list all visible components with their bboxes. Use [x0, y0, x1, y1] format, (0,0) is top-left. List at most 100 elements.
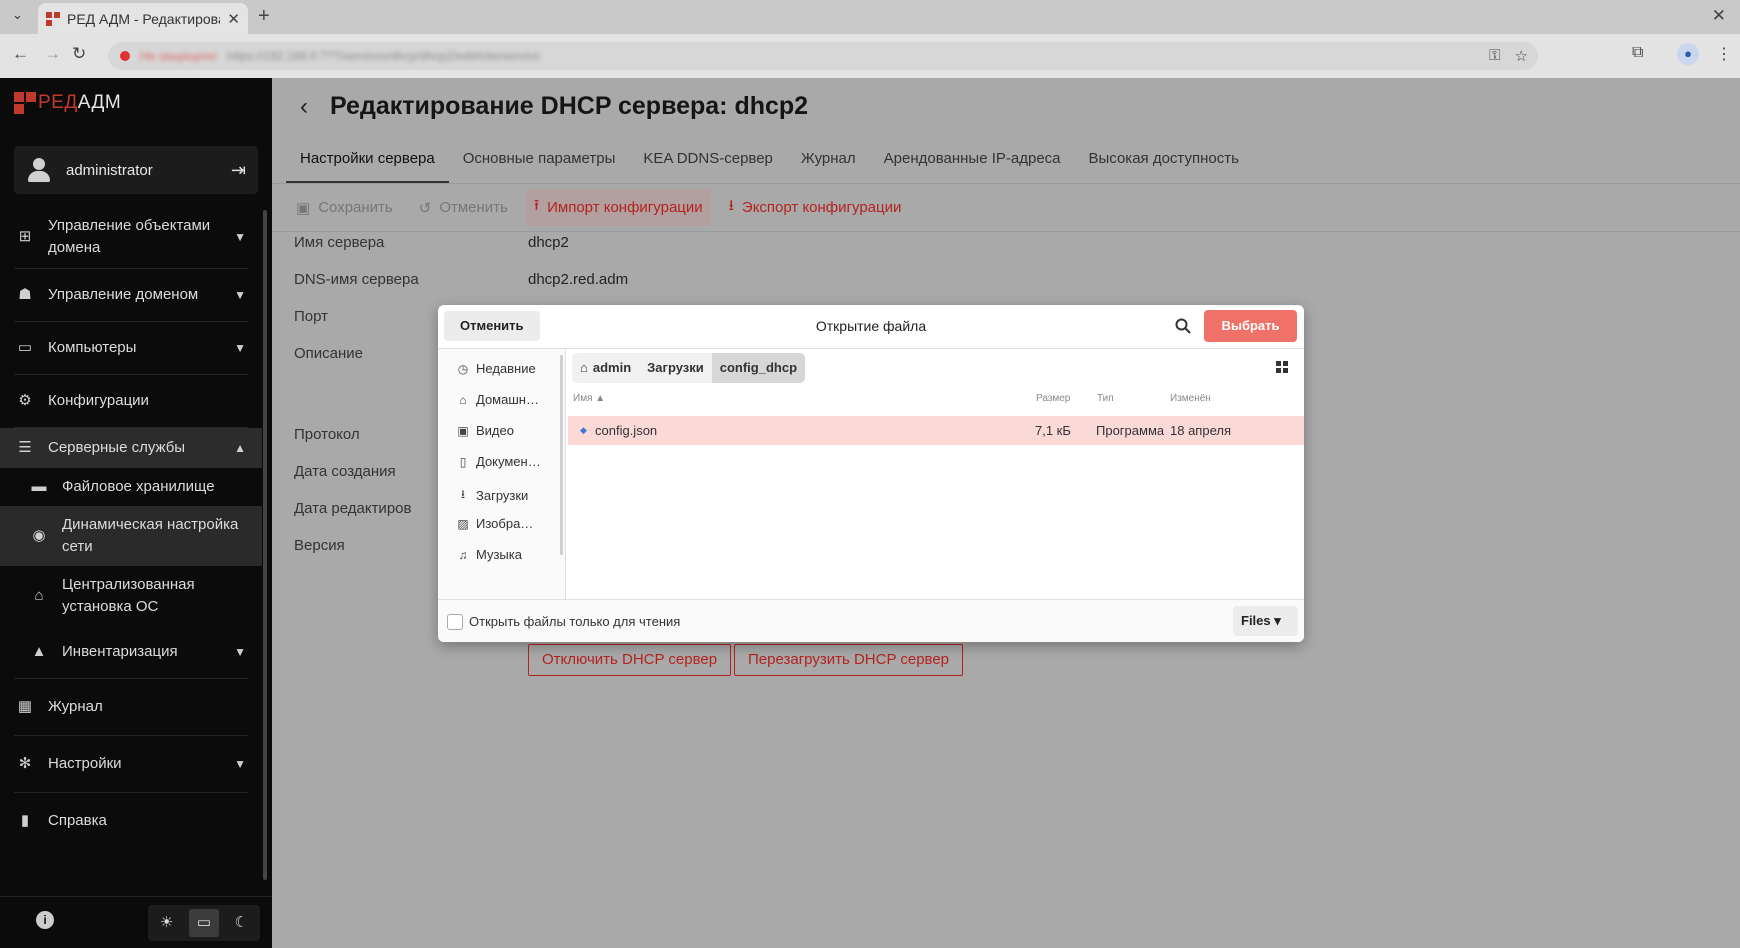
dns-name-label: DNS-имя сервера: [294, 271, 419, 288]
bookmark-star-icon[interactable]: ☆: [1515, 47, 1528, 65]
sidebar-item-inventory[interactable]: ▲ Инвентаризация ▼: [0, 626, 262, 678]
theme-switcher: ☀ ▭ ☾: [148, 905, 260, 941]
logo-text-red: РЕД: [38, 92, 78, 113]
sidebar-item-label: Управление объектами: [48, 217, 211, 234]
chevron-down-icon: ▼: [234, 757, 246, 771]
disable-dhcp-button[interactable]: Отключить DHCP сервер: [528, 644, 732, 676]
save-label: Сохранить: [318, 199, 393, 216]
file-size: 7,1 кБ: [1035, 423, 1071, 438]
close-window-icon[interactable]: ✕: [1712, 6, 1726, 26]
place-documents[interactable]: ▯ Докумен…: [456, 454, 541, 469]
search-icon[interactable]: [1174, 317, 1192, 335]
tab-journal[interactable]: Журнал: [787, 138, 870, 183]
grid-view-icon[interactable]: [1276, 361, 1288, 373]
file-type: Программа: [1096, 423, 1165, 438]
file-filter-dropdown[interactable]: Files ▾: [1233, 606, 1298, 636]
tab-server-settings[interactable]: Настройки сервера: [286, 138, 449, 183]
back-chevron-icon[interactable]: ‹: [300, 93, 308, 121]
import-config-button[interactable]: ⭱ Импорт конфигурации: [525, 189, 711, 226]
cancel-label: Отменить: [439, 199, 508, 216]
breadcrumb-config-dhcp[interactable]: config_dhcp: [711, 353, 806, 383]
monitor-icon: ▭: [17, 339, 33, 356]
sidebar-item-file-storage[interactable]: ▬ Файловое хранилище: [0, 468, 262, 506]
file-modified: 18 апреля: [1170, 423, 1231, 438]
column-type-header[interactable]: Тип: [1097, 393, 1114, 404]
sidebar-item-configurations[interactable]: ⚙ Конфигурации: [0, 375, 262, 427]
export-config-button[interactable]: ⭳ Экспорт конфигурации: [721, 189, 910, 226]
user-card: administrator ⇥: [14, 146, 258, 194]
browser-tab[interactable]: РЕД АДМ - Редактирова ✕: [38, 3, 248, 34]
sidebar-item-journal[interactable]: ▦ Журнал: [0, 679, 262, 735]
sidebar-item-label: Управление доменом: [48, 286, 199, 303]
place-pictures[interactable]: ▨ Изобра…: [456, 516, 533, 531]
tab-leased-ips[interactable]: Арендованные IP-адреса: [870, 138, 1075, 183]
hierarchy-icon: ⊞: [18, 228, 32, 245]
dialog-header: Отменить Открытие файла Выбрать: [438, 305, 1304, 349]
password-key-icon[interactable]: ⚿: [1489, 47, 1500, 65]
breadcrumb-admin[interactable]: ⌂ admin: [572, 353, 639, 383]
place-downloads[interactable]: ⭳ Загрузки: [456, 485, 528, 506]
description-label: Описание: [294, 345, 364, 362]
reload-icon[interactable]: ↻: [72, 44, 86, 64]
readonly-checkbox[interactable]: [447, 614, 463, 630]
url-text: https://192.168.0.???/services/dhcp/dhcp…: [227, 49, 540, 63]
profile-avatar-icon[interactable]: ●: [1677, 43, 1699, 65]
place-music[interactable]: ♫ Музыка: [456, 547, 522, 562]
created-date-label: Дата создания: [294, 463, 396, 480]
dns-name-value: dhcp2.red.adm: [528, 271, 629, 288]
document-icon: ▯: [459, 454, 467, 469]
tab-high-availability[interactable]: Высокая доступность: [1075, 138, 1253, 183]
sidebar-item-computers[interactable]: ▭ Компьютеры ▼: [0, 322, 262, 374]
sidebar-item-label: установка ОС: [62, 598, 159, 615]
sidebar-item-label: Централизованная: [62, 576, 195, 593]
gear-icon: ✻: [18, 755, 32, 772]
place-recent[interactable]: ◷ Недавние: [456, 361, 536, 376]
save-button[interactable]: ▣ Сохранить: [288, 193, 401, 223]
sidebar-item-domain-management[interactable]: ☗ Управление доменом ▼: [0, 269, 262, 321]
close-tab-icon[interactable]: ✕: [227, 10, 240, 28]
forward-arrow-icon[interactable]: →: [44, 44, 61, 64]
browser-menu-icon[interactable]: ⋮: [1716, 44, 1732, 64]
cancel-button[interactable]: ↺ Отменить: [411, 193, 516, 223]
place-label: Видео: [476, 423, 514, 438]
sidebar-item-label: Конфигурации: [48, 392, 149, 409]
place-label: Музыка: [476, 547, 522, 562]
logo-text: АДМ: [77, 92, 122, 113]
sidebar-item-domain-objects[interactable]: ⊞ Управление объектами домена ▼: [0, 206, 262, 268]
sidebar-item-server-services[interactable]: ☰ Серверные службы ▲: [0, 428, 262, 468]
user-icon: [26, 157, 52, 183]
column-size-header[interactable]: Размер: [1036, 393, 1070, 404]
places-scrollbar[interactable]: [560, 355, 563, 555]
address-bar[interactable]: Не защищено https://192.168.0.???/servic…: [108, 42, 1538, 70]
sidebar-scrollbar[interactable]: [263, 210, 267, 880]
restart-dhcp-button[interactable]: Перезагрузить DHCP сервер: [734, 644, 964, 676]
sidebar-item-settings[interactable]: ✻ Настройки ▼: [0, 736, 262, 792]
dark-theme-icon[interactable]: ☾: [226, 909, 256, 937]
info-icon[interactable]: i: [36, 911, 54, 929]
column-modified-header[interactable]: Изменён: [1170, 393, 1211, 404]
import-label: Импорт конфигурации: [547, 199, 703, 216]
place-video[interactable]: ▣ Видео: [456, 423, 514, 438]
browser-tab-title: РЕД АДМ - Редактирова: [67, 10, 221, 27]
column-name-header[interactable]: Имя ▲: [573, 393, 605, 404]
light-theme-icon[interactable]: ☀: [152, 909, 182, 937]
system-theme-icon[interactable]: ▭: [188, 909, 219, 937]
tab-kea-ddns[interactable]: KEA DDNS-сервер: [629, 138, 787, 183]
app-sidebar: РЕДАДМ administrator ⇥ ⊞ Управление объе…: [0, 78, 272, 948]
file-row[interactable]: ◆ config.json 7,1 кБ Программа 18 апреля: [568, 416, 1304, 445]
tab-main-params[interactable]: Основные параметры: [449, 138, 630, 183]
sidebar-item-os-install[interactable]: ⌂ Централизованная установка ОС: [0, 566, 262, 626]
back-arrow-icon[interactable]: ←: [12, 44, 29, 64]
extensions-icon[interactable]: ⧉: [1632, 44, 1643, 62]
protocol-label: Протокол: [294, 426, 360, 443]
chevron-up-icon: ▲: [234, 441, 246, 455]
new-tab-icon[interactable]: +: [258, 5, 270, 28]
place-home[interactable]: ⌂ Домашн…: [456, 392, 539, 407]
save-icon: ▣: [296, 199, 311, 217]
dialog-select-button[interactable]: Выбрать: [1204, 310, 1297, 342]
tab-list-dropdown-icon[interactable]: ⌄: [12, 7, 23, 23]
breadcrumb-downloads[interactable]: Загрузки: [639, 353, 712, 383]
sidebar-item-help[interactable]: ▮ Справка: [0, 793, 262, 849]
sidebar-item-dhcp[interactable]: ◉ Динамическая настройка сети: [0, 506, 262, 566]
logout-icon[interactable]: ⇥: [231, 160, 246, 181]
